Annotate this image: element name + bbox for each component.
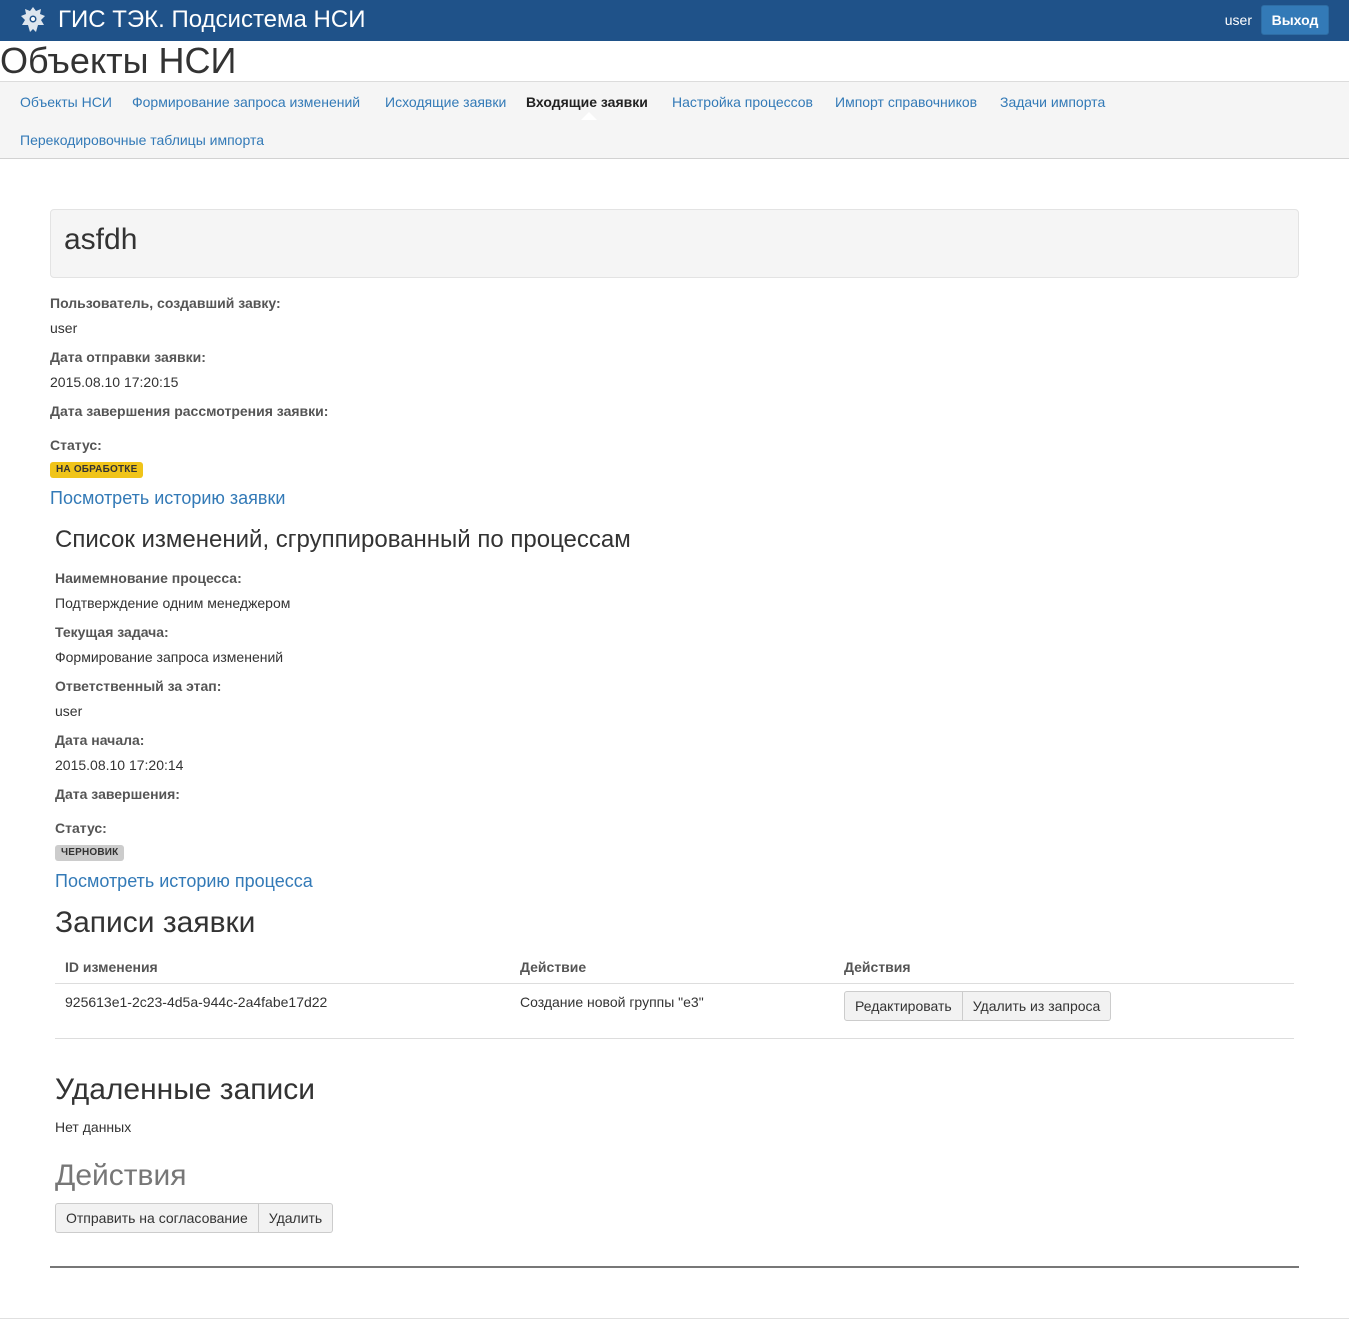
processes-heading: Список изменений, сгруппированный по про…	[55, 526, 631, 553]
page-title: Объекты НСИ	[0, 40, 237, 81]
request-status-badge: НА ОБРАБОТКЕ	[50, 462, 144, 478]
deleted-heading: Удаленные записи	[55, 1073, 316, 1106]
nav-item-import-tasks[interactable]: Задачи импорта	[1000, 93, 1105, 111]
process-status-badge: ЧЕРНОВИК	[55, 845, 125, 861]
top-bar: ГИС ТЭК. Подсистема НСИ user Выход	[0, 0, 1349, 41]
submit-for-approval-button[interactable]: Отправить на согласование	[55, 1203, 259, 1233]
actions-heading: Действия	[55, 1159, 187, 1192]
logout-button[interactable]: Выход	[1261, 5, 1329, 35]
process-name-value: Подтверждение одним менеджером	[55, 595, 291, 611]
column-header-change-id: ID изменения	[65, 959, 158, 975]
current-task-value: Формирование запроса изменений	[55, 649, 284, 665]
end-date-label: Дата завершения:	[55, 786, 180, 802]
deleted-empty-text: Нет данных	[55, 1119, 132, 1135]
delete-request-button[interactable]: Удалить	[258, 1203, 334, 1233]
responsible-label: Ответственный за этап:	[55, 678, 222, 694]
start-date-label: Дата начала:	[55, 732, 145, 748]
nav-item-recoding-tables[interactable]: Перекодировочные таблицы импорта	[20, 131, 264, 149]
column-header-actions: Действия	[844, 959, 911, 975]
responsible-value: user	[55, 703, 83, 719]
process-name-label: Наимемнование процесса:	[55, 570, 242, 586]
nav-item-outgoing-requests[interactable]: Исходящие заявки	[385, 93, 506, 111]
creator-value: user	[50, 320, 78, 336]
remove-from-request-button[interactable]: Удалить из запроса	[962, 991, 1112, 1021]
request-actions: Отправить на согласование Удалить	[55, 1203, 334, 1233]
edit-button[interactable]: Редактировать	[844, 991, 963, 1021]
app-title: ГИС ТЭК. Подсистема НСИ	[58, 6, 366, 33]
table-header-divider	[55, 983, 1294, 984]
creator-label: Пользователь, создавший завку:	[50, 295, 281, 311]
row-actions: Редактировать Удалить из запроса	[844, 991, 1112, 1021]
column-header-action: Действие	[520, 959, 587, 975]
current-task-label: Текущая задача:	[55, 624, 169, 640]
footer-divider	[0, 1318, 1349, 1319]
request-name: asfdh	[64, 223, 138, 256]
start-date-value: 2015.08.10 17:20:14	[55, 757, 184, 773]
sent-date-value: 2015.08.10 17:20:15	[50, 374, 179, 390]
nav-item-process-settings[interactable]: Настройка процессов	[672, 93, 813, 111]
nav-item-import-dictionaries[interactable]: Импорт справочников	[835, 93, 977, 111]
current-username: user	[1224, 12, 1252, 28]
request-status-label: Статус:	[50, 437, 102, 453]
change-id-cell: 925613e1-2c23-4d5a-944c-2a4fabe17d22	[65, 994, 328, 1010]
request-history-link[interactable]: Посмотреть историю заявки	[50, 487, 285, 509]
bottom-divider	[50, 1266, 1299, 1268]
table-bottom-divider	[55, 1038, 1294, 1039]
coat-of-arms-icon	[21, 7, 45, 32]
nav-item-change-request[interactable]: Формирование запроса изменений	[132, 93, 360, 111]
nav-item-nsi-objects[interactable]: Объекты НСИ	[20, 93, 112, 111]
review-end-label: Дата завершения рассмотрения заявки:	[50, 403, 329, 419]
process-status-label: Статус:	[55, 820, 107, 836]
process-history-link[interactable]: Посмотреть историю процесса	[55, 870, 313, 892]
active-tab-caret	[581, 112, 597, 120]
action-cell: Создание новой группы "e3"	[520, 994, 704, 1010]
nav-item-incoming-requests[interactable]: Входящие заявки	[526, 93, 648, 111]
records-heading: Записи заявки	[55, 906, 256, 939]
request-header-panel: asfdh	[50, 209, 1299, 278]
sent-date-label: Дата отправки заявки:	[50, 349, 206, 365]
main-nav: Объекты НСИ Формирование запроса изменен…	[0, 81, 1349, 159]
